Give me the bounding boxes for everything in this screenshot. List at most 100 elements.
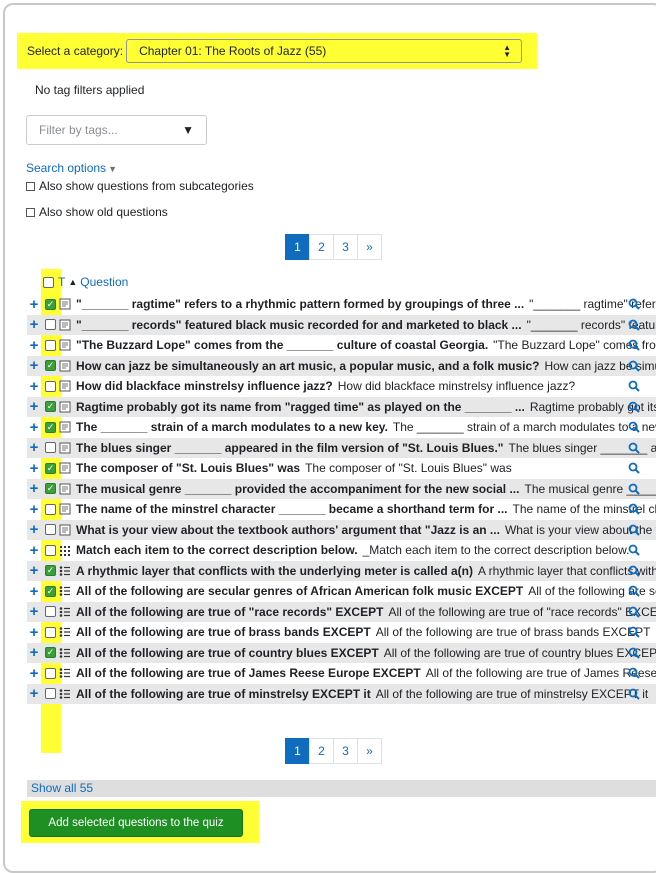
page-link-1[interactable]: 1 <box>285 738 310 764</box>
preview-magnifier-icon[interactable] <box>628 565 640 577</box>
add-question-icon[interactable]: + <box>27 521 41 538</box>
preview-magnifier-icon[interactable] <box>628 606 640 618</box>
add-question-icon[interactable]: + <box>27 398 41 415</box>
page-link-2[interactable]: 2 <box>309 234 334 260</box>
page-link-next[interactable]: » <box>357 738 382 764</box>
category-select[interactable]: Chapter 01: The Roots of Jazz (55) ▲▼ <box>126 39 522 63</box>
add-question-icon[interactable]: + <box>27 562 41 579</box>
question-text: The name of the minstrel character _____… <box>76 502 656 516</box>
question-select-checkbox[interactable]: ✓ <box>45 565 56 576</box>
question-select-checkbox[interactable] <box>45 381 56 392</box>
add-question-icon[interactable]: + <box>27 624 41 641</box>
subcategories-option[interactable]: Also show questions from subcategories <box>26 179 254 193</box>
add-question-icon[interactable]: + <box>27 480 41 497</box>
question-select-checkbox[interactable] <box>45 688 56 699</box>
question-preview: All of the following are true of James R… <box>426 666 656 680</box>
tag-filter-dropdown[interactable]: Filter by tags... ▼ <box>26 115 207 145</box>
question-select-checkbox[interactable]: ✓ <box>45 422 56 433</box>
show-all-link[interactable]: Show all 55 <box>27 780 656 797</box>
add-question-icon[interactable]: + <box>27 501 41 518</box>
question-select-checkbox[interactable] <box>45 319 56 330</box>
matching-question-icon <box>59 544 71 556</box>
subcategories-checkbox[interactable] <box>26 182 35 191</box>
preview-magnifier-icon[interactable] <box>628 626 640 638</box>
add-question-icon[interactable]: + <box>27 337 41 354</box>
question-preview: How did blackface minstrelsy influence j… <box>338 379 575 393</box>
preview-magnifier-icon[interactable] <box>628 524 640 536</box>
page-link-1[interactable]: 1 <box>285 234 310 260</box>
category-selector-row: Select a category: Chapter 01: The Roots… <box>17 33 537 69</box>
question-preview: _Match each item to the correct descript… <box>363 543 630 557</box>
preview-magnifier-icon[interactable] <box>628 688 640 700</box>
preview-magnifier-icon[interactable] <box>628 585 640 597</box>
add-question-icon[interactable]: + <box>27 644 41 661</box>
preview-magnifier-icon[interactable] <box>628 380 640 392</box>
add-question-icon[interactable]: + <box>27 583 41 600</box>
search-options-toggle[interactable]: Search options▼ <box>26 161 117 175</box>
old-questions-option[interactable]: Also show old questions <box>26 205 168 219</box>
category-label: Select a category: <box>27 44 123 58</box>
question-select-checkbox[interactable] <box>45 627 56 638</box>
question-sort-header[interactable]: Question <box>80 275 128 289</box>
question-select-checkbox[interactable] <box>45 340 56 351</box>
preview-magnifier-icon[interactable] <box>628 462 640 474</box>
question-select-checkbox[interactable]: ✓ <box>45 483 56 494</box>
question-select-checkbox[interactable]: ✓ <box>45 299 56 310</box>
question-select-checkbox[interactable] <box>45 524 56 535</box>
add-question-icon[interactable]: + <box>27 542 41 559</box>
essay-question-icon <box>59 462 71 474</box>
essay-question-icon <box>59 298 71 310</box>
question-select-checkbox[interactable]: ✓ <box>45 647 56 658</box>
question-row: +The blues singer _______ appeared in th… <box>27 438 656 459</box>
multichoice-question-icon <box>59 565 71 577</box>
question-text: All of the following are true of country… <box>76 646 656 660</box>
page-link-3[interactable]: 3 <box>333 738 358 764</box>
add-question-icon[interactable]: + <box>27 460 41 477</box>
question-select-checkbox[interactable]: ✓ <box>45 401 56 412</box>
question-select-checkbox[interactable] <box>45 668 56 679</box>
question-select-checkbox[interactable] <box>45 545 56 556</box>
page-link-next[interactable]: » <box>357 234 382 260</box>
preview-magnifier-icon[interactable] <box>628 442 640 454</box>
select-all-checkbox[interactable] <box>43 277 54 288</box>
old-questions-checkbox[interactable] <box>26 208 35 217</box>
preview-magnifier-icon[interactable] <box>628 401 640 413</box>
question-select-checkbox[interactable] <box>45 442 56 453</box>
preview-magnifier-icon[interactable] <box>628 339 640 351</box>
add-question-icon[interactable]: + <box>27 685 41 702</box>
preview-magnifier-icon[interactable] <box>628 667 640 679</box>
preview-magnifier-icon[interactable] <box>628 503 640 515</box>
question-preview: The composer of "St. Louis Blues" was <box>305 461 512 475</box>
question-text: What is your view about the textbook aut… <box>76 523 656 537</box>
question-select-checkbox[interactable]: ✓ <box>45 360 56 371</box>
add-question-icon[interactable]: + <box>27 357 41 374</box>
add-question-icon[interactable]: + <box>27 439 41 456</box>
add-question-icon[interactable]: + <box>27 603 41 620</box>
question-select-checkbox[interactable] <box>45 606 56 617</box>
add-question-icon[interactable]: + <box>27 296 41 313</box>
add-question-icon[interactable]: + <box>27 419 41 436</box>
add-question-icon[interactable]: + <box>27 665 41 682</box>
question-select-checkbox[interactable]: ✓ <box>45 463 56 474</box>
question-row: + How did blackface minstrelsy influence … <box>27 376 656 397</box>
question-text: The musical genre _______ provided the a… <box>76 482 656 496</box>
question-select-checkbox[interactable] <box>45 504 56 515</box>
question-row: +All of the following are true of minstr… <box>27 684 656 705</box>
page-link-2[interactable]: 2 <box>309 738 334 764</box>
question-title: "_______ records" featured black music r… <box>76 318 522 332</box>
type-sort-header[interactable]: T <box>58 275 65 289</box>
question-row: + The name of the minstrel character ____… <box>27 499 656 520</box>
pagination-bottom: 1 2 3 » <box>286 738 382 764</box>
add-question-icon[interactable]: + <box>27 378 41 395</box>
preview-magnifier-icon[interactable] <box>628 319 640 331</box>
preview-magnifier-icon[interactable] <box>628 647 640 659</box>
preview-magnifier-icon[interactable] <box>628 360 640 372</box>
preview-magnifier-icon[interactable] <box>628 544 640 556</box>
question-select-checkbox[interactable]: ✓ <box>45 586 56 597</box>
preview-magnifier-icon[interactable] <box>628 483 640 495</box>
add-question-icon[interactable]: + <box>27 316 41 333</box>
page-link-3[interactable]: 3 <box>333 234 358 260</box>
preview-magnifier-icon[interactable] <box>628 421 640 433</box>
add-selected-questions-button[interactable]: Add selected questions to the quiz <box>29 809 243 837</box>
preview-magnifier-icon[interactable] <box>628 298 640 310</box>
